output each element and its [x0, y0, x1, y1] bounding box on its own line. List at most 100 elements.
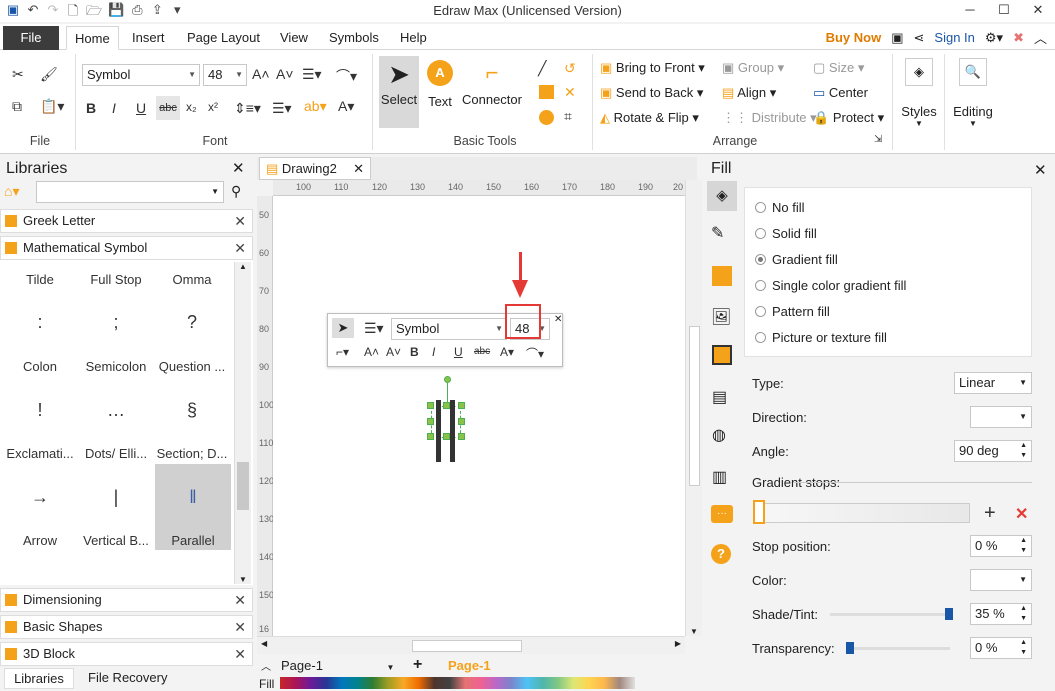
- ribbon-collapse-icon[interactable]: ︿: [1034, 28, 1047, 47]
- gradient-stop-handle[interactable]: [753, 500, 765, 524]
- cart-icon[interactable]: ▣: [891, 30, 903, 46]
- line-spacing-icon[interactable]: ⇕≡▾: [234, 100, 261, 117]
- maximize-button[interactable]: ☐: [987, 0, 1021, 20]
- drawing-canvas[interactable]: [273, 196, 685, 636]
- resize-handle[interactable]: [458, 433, 465, 440]
- parallel-shape-bar-left[interactable]: [436, 400, 441, 462]
- exclamation-symbol[interactable]: !: [2, 400, 78, 421]
- library-category[interactable]: Basic Shapes ✕: [0, 615, 253, 639]
- share-icon[interactable]: ⋖: [914, 30, 925, 46]
- tab-libraries[interactable]: Libraries: [4, 668, 74, 689]
- home-icon[interactable]: ⌂▾: [4, 183, 19, 200]
- tab-symbols[interactable]: Symbols: [329, 30, 379, 45]
- bring-to-front-button[interactable]: ▣ Bring to Front ▾: [600, 60, 705, 76]
- select-tool[interactable]: ➤ Select: [379, 56, 419, 128]
- sign-in-link[interactable]: Sign In: [934, 30, 974, 45]
- italic-icon[interactable]: I: [432, 345, 435, 359]
- shade-tint-stepper[interactable]: 35 % ▲ ▼: [970, 603, 1032, 625]
- libraries-close-icon[interactable]: ✕: [232, 159, 245, 177]
- library-category[interactable]: Mathematical Symbol ✕: [0, 236, 253, 260]
- direction-select[interactable]: ▼: [970, 406, 1032, 428]
- shade-tint-slider[interactable]: [830, 613, 950, 616]
- rectangle-tool-icon[interactable]: [539, 85, 554, 99]
- remove-stop-icon[interactable]: ✕: [1015, 504, 1028, 524]
- color-select[interactable]: ▼: [970, 569, 1032, 591]
- canvas-hscrollbar[interactable]: ◀ ▶: [257, 636, 685, 654]
- bold-icon[interactable]: B: [410, 345, 419, 359]
- transparency-stepper[interactable]: 0 % ▲ ▼: [970, 637, 1032, 659]
- close-button[interactable]: ✕: [1021, 0, 1055, 20]
- line-style-icon[interactable]: ⌒▾: [526, 345, 544, 362]
- font-color-icon[interactable]: A▾: [500, 345, 514, 359]
- shrink-font-icon[interactable]: A˅: [386, 345, 401, 359]
- tab-help[interactable]: Help: [400, 30, 427, 45]
- fill-tab-icon[interactable]: ◈: [707, 181, 737, 211]
- brush-icon[interactable]: 🖌: [40, 66, 58, 83]
- plugin-icon[interactable]: ✖: [1013, 30, 1024, 46]
- bold-icon[interactable]: B: [86, 100, 96, 116]
- connector-icon[interactable]: ⌐▾: [336, 345, 349, 359]
- radio-solid-fill[interactable]: Solid fill: [755, 226, 817, 241]
- semicolon-symbol[interactable]: ;: [78, 312, 154, 333]
- globe-tab-icon[interactable]: ◍: [712, 425, 726, 445]
- symbol-label[interactable]: Tilde: [2, 272, 78, 287]
- page-nav-icon[interactable]: ︿: [261, 658, 271, 673]
- tab-insert[interactable]: Insert: [132, 30, 165, 45]
- add-page-icon[interactable]: +: [413, 656, 422, 674]
- parallel-symbol[interactable]: ‖: [155, 487, 231, 508]
- radio-no-fill[interactable]: No fill: [755, 200, 805, 215]
- italic-icon[interactable]: I: [112, 100, 116, 116]
- radio-picture-texture-fill[interactable]: Picture or texture fill: [755, 330, 887, 345]
- send-to-back-button[interactable]: ▣ Send to Back ▾: [600, 85, 703, 101]
- strikethrough-icon[interactable]: abc: [474, 346, 490, 357]
- document-tab[interactable]: ▤ Drawing2 ✕: [259, 157, 371, 180]
- type-select[interactable]: Linear ▼: [954, 372, 1032, 394]
- underline-icon[interactable]: U: [136, 100, 146, 116]
- question-symbol[interactable]: ?: [154, 312, 230, 333]
- tab-view[interactable]: View: [280, 30, 308, 45]
- copy-icon[interactable]: ⧉: [12, 98, 22, 115]
- ellipsis-symbol[interactable]: …: [78, 400, 154, 421]
- page-select[interactable]: Page-1 ▼: [281, 658, 394, 673]
- font-size-select[interactable]: 48 ▼: [203, 64, 247, 86]
- float-close-icon[interactable]: ✕: [554, 314, 562, 325]
- rotate-handle[interactable]: [444, 376, 451, 383]
- search-icon[interactable]: ⚲: [231, 183, 241, 200]
- arrange-launcher-icon[interactable]: ⇲: [874, 134, 882, 145]
- canvas-vscrollbar[interactable]: ▼: [685, 180, 702, 636]
- format-painter-icon[interactable]: ✂: [12, 66, 24, 83]
- line-style-icon[interactable]: ⌒▾: [336, 66, 357, 86]
- transparency-thumb[interactable]: [846, 642, 854, 654]
- comment-tab-icon[interactable]: ···: [711, 505, 733, 523]
- underline-icon[interactable]: U: [454, 345, 463, 359]
- align-button[interactable]: ▤ Align ▾: [722, 85, 776, 101]
- resize-handle[interactable]: [458, 402, 465, 409]
- library-category[interactable]: 3D Block ✕: [0, 642, 253, 666]
- line-tool-icon[interactable]: ╱: [538, 60, 546, 77]
- grow-font-icon[interactable]: A˄: [364, 345, 379, 359]
- shade-tint-thumb[interactable]: [945, 608, 953, 620]
- shrink-font-icon[interactable]: A˅: [276, 66, 294, 82]
- subscript-icon[interactable]: x₂: [186, 100, 197, 114]
- colon-symbol[interactable]: :: [2, 312, 78, 333]
- section-symbol[interactable]: §: [154, 400, 230, 421]
- radio-single-color-gradient-fill[interactable]: Single color gradient fill: [755, 278, 906, 293]
- angle-stepper[interactable]: 90 deg ▲ ▼: [954, 440, 1032, 462]
- group-button[interactable]: ▣ Group ▾: [722, 60, 784, 76]
- editing-button[interactable]: 🔍 Editing ▼: [950, 58, 996, 138]
- resize-handle[interactable]: [427, 402, 434, 409]
- library-category[interactable]: Greek Letter ✕: [0, 209, 253, 233]
- ellipse-tool-icon[interactable]: [539, 110, 554, 125]
- help-tab-icon[interactable]: ?: [711, 544, 731, 564]
- layer-tab-icon[interactable]: [712, 345, 732, 365]
- file-menu[interactable]: File: [3, 26, 59, 50]
- tab-close-icon[interactable]: ✕: [353, 158, 364, 179]
- center-button[interactable]: ▭ Center: [813, 85, 868, 101]
- symbol-label[interactable]: Full Stop: [78, 272, 154, 287]
- float-font-select[interactable]: Symbol ▼: [391, 318, 507, 340]
- resize-handle[interactable]: [458, 418, 465, 425]
- minimize-button[interactable]: ─: [953, 0, 987, 20]
- align-icon[interactable]: ☰▾: [302, 66, 322, 83]
- resize-handle[interactable]: [443, 402, 450, 409]
- image-tab-icon[interactable]: 🖼: [711, 307, 731, 327]
